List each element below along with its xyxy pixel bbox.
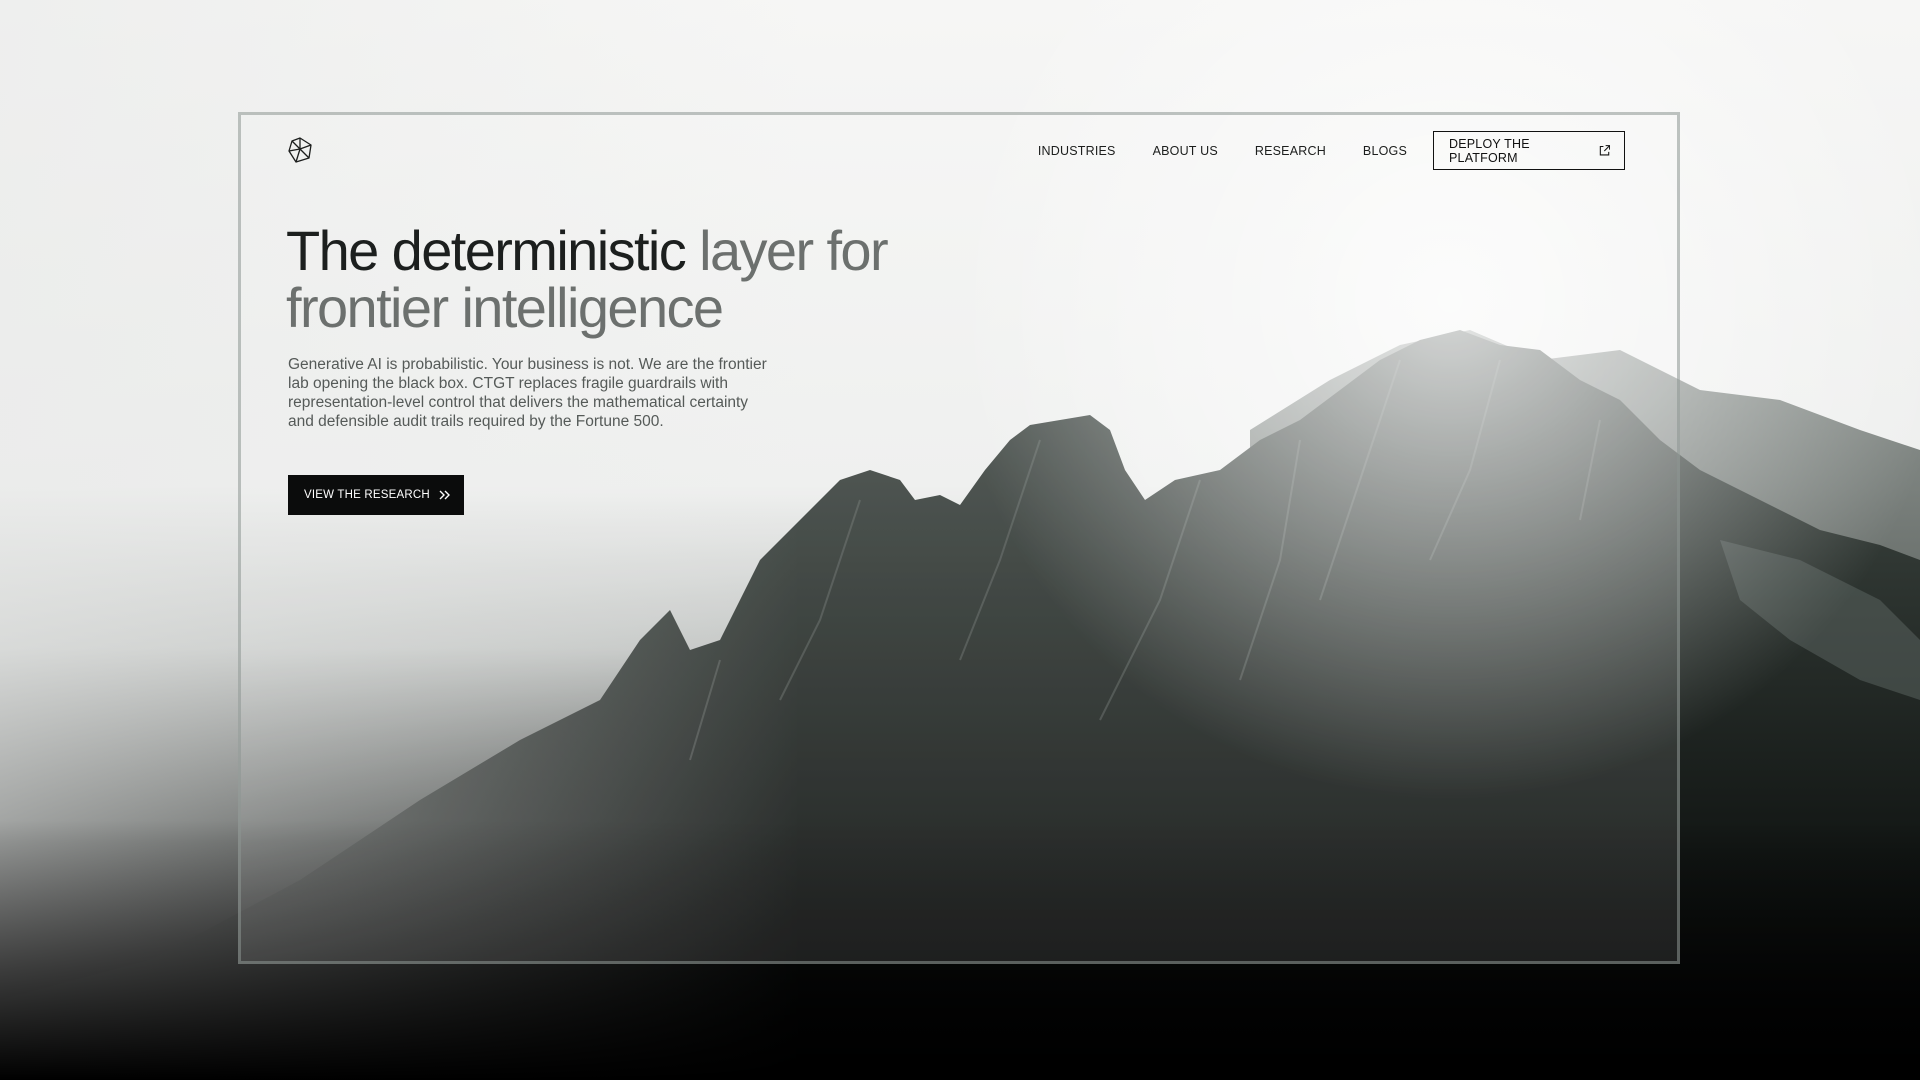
view-research-label: VIEW THE RESEARCH	[304, 489, 430, 501]
nav-link-industries[interactable]: INDUSTRIES	[1038, 144, 1116, 158]
nav-link-blogs[interactable]: BLOGS	[1363, 144, 1407, 158]
hero-title-emphasis: The deterministic	[286, 219, 687, 282]
view-research-button[interactable]: VIEW THE RESEARCH	[288, 475, 464, 515]
nav-link-research[interactable]: RESEARCH	[1255, 144, 1326, 158]
ctgt-logo-icon[interactable]	[286, 136, 314, 164]
hero-description: Generative AI is probabilistic. Your bus…	[288, 356, 767, 430]
double-chevron-right-icon	[439, 490, 450, 500]
deploy-platform-label: DEPLOY THE PLATFORM	[1449, 136, 1530, 165]
external-link-icon	[1599, 145, 1610, 156]
top-navigation: INDUSTRIES ABOUT US RESEARCH BLOGS DEPLO…	[1038, 131, 1625, 170]
hero-title: The deterministic layer for frontier int…	[286, 222, 1046, 336]
deploy-platform-button[interactable]: DEPLOY THE PLATFORM	[1433, 131, 1625, 170]
nav-link-about-us[interactable]: ABOUT US	[1153, 144, 1218, 158]
